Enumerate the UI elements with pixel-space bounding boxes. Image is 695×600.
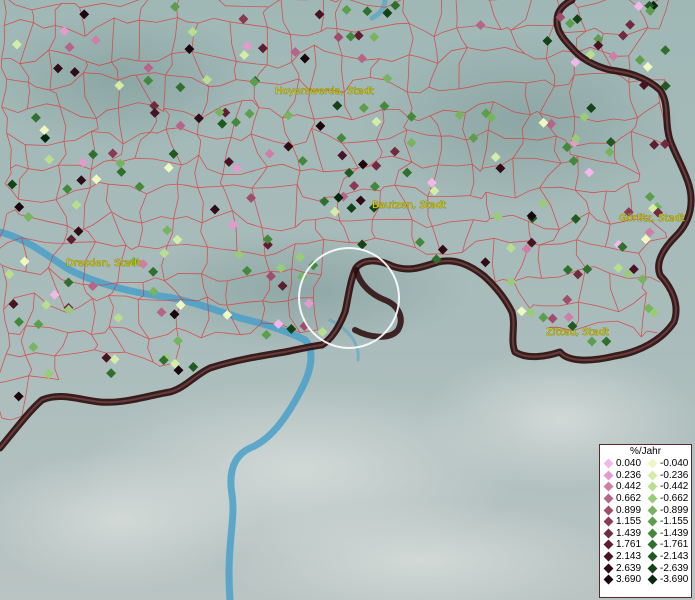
legend-swatch: [603, 482, 614, 492]
legend-value: -1.155: [660, 516, 689, 528]
positive-legend-row: 0.899: [603, 504, 647, 516]
positive-legend-row: 1.761: [603, 539, 647, 551]
legend-swatch: [647, 458, 658, 469]
legend-swatch: [603, 505, 614, 516]
legend-value: -0.662: [660, 493, 689, 505]
negative-legend-row: -1.761: [647, 539, 691, 551]
legend-swatch: [603, 574, 614, 585]
legend-swatch: [647, 493, 658, 504]
legend-swatch: [603, 528, 614, 539]
legend-title: %/Jahr: [629, 446, 662, 457]
city-label: Görlitz, Stadt: [619, 213, 685, 224]
legend-swatch: [603, 516, 614, 527]
legend: %/Jahr 0.040 0.236 0.442 0.662 0.899 1.155 1.4…: [599, 444, 692, 598]
negative-legend-row: -0.040: [647, 458, 691, 470]
positive-legend-row: 0.442: [603, 481, 647, 493]
legend-value: -3.690: [660, 574, 689, 586]
positive-legend-row: 3.690: [603, 574, 647, 586]
negative-legend-row: -3.690: [647, 574, 691, 586]
legend-swatch: [603, 551, 614, 562]
positive-legend-row: 1.155: [603, 516, 647, 528]
negative-legend-row: -2.143: [647, 551, 691, 563]
legend-value: 0.662: [616, 493, 642, 505]
legend-value: -2.143: [660, 551, 689, 563]
positive-legend-row: 1.439: [603, 528, 647, 540]
positive-legend-row: 2.639: [603, 562, 647, 574]
negative-legend-row: -2.639: [647, 562, 691, 574]
legend-swatch: [647, 505, 658, 516]
negative-legend-row: -0.236: [647, 470, 691, 482]
negative-legend-row: -0.442: [647, 481, 691, 493]
map-canvas[interactable]: Hoyerswerda, Stadt Bautzen, Stadt Görlitz,…: [0, 0, 695, 600]
negative-legend-row: -0.662: [647, 493, 691, 505]
legend-value: 1.761: [616, 539, 642, 551]
legend-value: -2.639: [660, 562, 689, 574]
legend-value: -0.236: [660, 469, 689, 481]
legend-value: 0.236: [616, 469, 642, 481]
positive-legend-row: 0.662: [603, 493, 647, 505]
city-label: Zittau, Stadt: [546, 327, 609, 338]
legend-swatch: [647, 574, 658, 585]
negative-legend-row: -1.155: [647, 516, 691, 528]
legend-swatch: [603, 563, 614, 574]
legend-swatch: [647, 551, 658, 562]
legend-value: -0.040: [660, 458, 689, 470]
city-label: Hoyerswerda, Stadt: [275, 86, 374, 97]
legend-swatch: [603, 493, 614, 504]
legend-swatch: [647, 563, 658, 574]
legend-swatch: [647, 528, 658, 539]
legend-swatch: [647, 470, 658, 481]
legend-value: 0.040: [616, 458, 642, 470]
legend-swatch: [603, 540, 614, 550]
legend-value: -0.899: [660, 504, 689, 516]
legend-negative-column: -0.040 -0.236 -0.442 -0.662 -0.899 -1.155 -1.4…: [647, 458, 691, 586]
legend-value: 1.439: [616, 527, 642, 539]
legend-swatch: [603, 470, 614, 481]
legend-swatch: [647, 540, 658, 550]
legend-value: 1.155: [616, 516, 642, 528]
legend-value: 2.143: [616, 551, 642, 563]
legend-swatch: [603, 458, 614, 469]
legend-positive-column: 0.040 0.236 0.442 0.662 0.899 1.155 1.439 1.761…: [603, 458, 647, 586]
positive-legend-row: 0.040: [603, 458, 647, 470]
legend-value: -0.442: [660, 481, 689, 493]
legend-value: 2.639: [616, 562, 642, 574]
positive-legend-row: 2.143: [603, 551, 647, 563]
city-label: Dresden, Stadt: [66, 258, 141, 269]
legend-value: 3.690: [616, 574, 642, 586]
city-label: Bautzen, Stadt: [372, 200, 446, 211]
negative-legend-row: -0.899: [647, 504, 691, 516]
legend-value: -1.761: [660, 539, 689, 551]
legend-value: 0.442: [616, 481, 642, 493]
legend-swatch: [647, 482, 658, 492]
legend-value: -1.439: [660, 527, 689, 539]
positive-legend-row: 0.236: [603, 470, 647, 482]
negative-legend-row: -1.439: [647, 528, 691, 540]
legend-value: 0.899: [616, 504, 642, 516]
legend-swatch: [647, 516, 658, 527]
